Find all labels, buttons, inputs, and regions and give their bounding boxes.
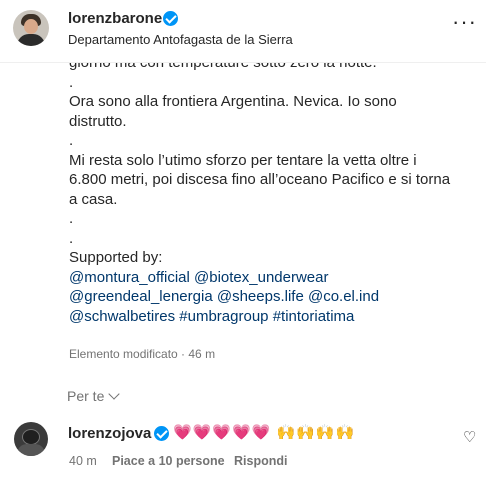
comment-filter-dropdown[interactable]: Per te	[67, 388, 121, 404]
caption-tags-line: @schwalbetires #umbragroup #tintoriatima	[69, 307, 469, 327]
mention-link[interactable]: @schwalbetires	[69, 308, 175, 325]
caption-line: distrutto.	[69, 112, 127, 130]
author-avatar[interactable]	[13, 10, 49, 46]
mention-link[interactable]: @biotex_underwear	[194, 269, 328, 286]
avatar-body	[17, 444, 45, 456]
avatar-face	[24, 19, 38, 34]
post-header: lorenzbarone Departamento Antofagasta de…	[0, 0, 486, 62]
caption-line: 6.800 metri, poi discesa fino all’oceano…	[69, 171, 451, 188]
author-username[interactable]: lorenzbarone	[68, 10, 162, 27]
post-caption: giorno ma con temperature sotto zero la …	[69, 63, 469, 363]
hashtag-link[interactable]: #umbragroup	[179, 308, 268, 325]
commenter-avatar[interactable]	[14, 422, 48, 456]
caption-line: giorno ma con temperature sotto zero la …	[69, 63, 469, 73]
avatar-face	[22, 429, 40, 445]
mention-link[interactable]: @co.el.ind	[308, 288, 379, 305]
mention-link[interactable]: @greendeal_lenergia	[69, 288, 213, 305]
like-comment-heart-icon[interactable]: ♡	[463, 428, 476, 446]
comment-time: 40 m	[69, 454, 97, 468]
caption-line: Supported by:	[69, 249, 163, 266]
chevron-down-icon	[108, 388, 121, 400]
caption-tags-line: @greendeal_lenergia @sheeps.life @co.el.…	[69, 287, 469, 307]
verified-badge-icon	[154, 426, 169, 441]
more-options-icon[interactable]: ···	[452, 11, 476, 38]
caption-line: Ora sono alla frontiera Argentina. Nevic…	[69, 93, 397, 110]
raised-hands-emoji-group: 🙌🙌🙌🙌	[276, 424, 356, 441]
post-location[interactable]: Departamento Antofagasta de la Sierra	[68, 32, 293, 47]
mention-link[interactable]: @sheeps.life	[217, 288, 304, 305]
reply-button[interactable]: Rispondi	[234, 454, 287, 468]
commenter-username[interactable]: lorenzojova	[68, 425, 151, 442]
avatar-shirt	[17, 34, 45, 46]
hashtag-link[interactable]: #tintoriatima	[273, 308, 355, 325]
caption-tags-line: @montura_official @biotex_underwear	[69, 268, 469, 288]
heart-emoji-group: 💗💗💗💗💗	[173, 424, 272, 441]
caption-line: a casa.	[69, 190, 118, 208]
caption-line: .	[69, 229, 74, 247]
caption-line: Mi resta solo l’utimo sforzo per tentare…	[69, 151, 417, 169]
caption-line: .	[69, 132, 74, 149]
caption-line: .	[69, 210, 74, 227]
caption-line: .	[69, 73, 74, 91]
comment-filter-label: Per te	[67, 388, 105, 404]
comment-text: 💗💗💗💗💗 🙌🙌🙌🙌	[173, 423, 355, 441]
verified-badge-icon	[163, 11, 178, 26]
mention-link[interactable]: @montura_official	[69, 269, 190, 286]
comment-likes-link[interactable]: Piace a 10 persone	[112, 454, 225, 468]
edited-timestamp: Elemento modificato · 46 m	[69, 347, 216, 361]
